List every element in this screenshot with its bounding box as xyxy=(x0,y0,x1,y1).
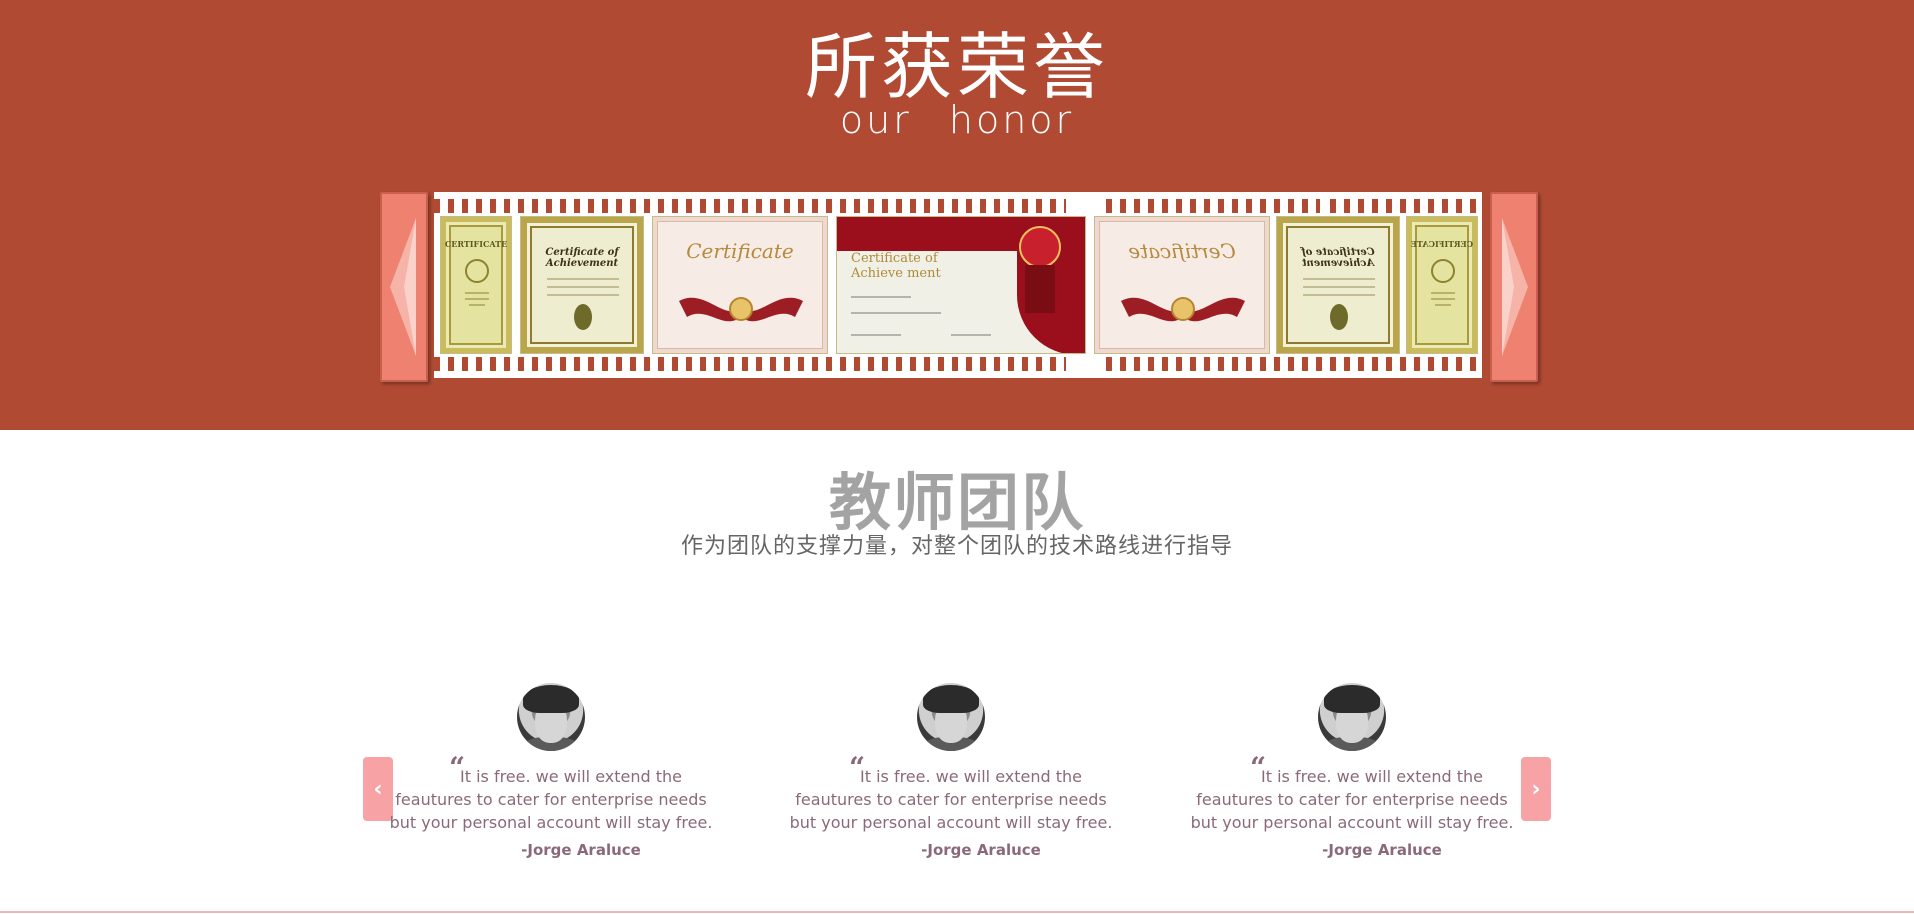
testimonial-author: -Jorge Araluce xyxy=(1322,841,1442,859)
certificate-seal-icon xyxy=(547,278,619,330)
avatar xyxy=(1318,683,1386,751)
quote-line: but your personal account will stay free… xyxy=(789,813,1113,832)
honor-next-button[interactable] xyxy=(1490,192,1538,382)
team-subtitle: 作为团队的支撑力量，对整个团队的技术路线进行指导 xyxy=(680,534,1233,559)
certificate-image[interactable]: Certificate of Achieve ment xyxy=(836,216,1086,354)
quote-line: feautures to cater for enterprise needs xyxy=(395,790,707,809)
certificate-label: Certificate of Achievement xyxy=(1301,247,1375,269)
perforation-gap xyxy=(1066,199,1098,213)
certificate-image[interactable]: CERTIFICATE xyxy=(1406,216,1478,354)
quote-line: but your personal account will stay free… xyxy=(1190,813,1514,832)
avatar xyxy=(517,683,585,751)
quote-line: but your personal account will stay free… xyxy=(389,813,713,832)
certificate-filmstrip: CERTIFICATE Certificate of Achievement C… xyxy=(434,192,1482,378)
certificate-seal-icon xyxy=(465,259,489,306)
quote-line: It is free. we will extend the xyxy=(1261,767,1483,786)
quote-line: It is free. we will extend the xyxy=(860,767,1082,786)
avatar xyxy=(917,683,985,751)
honor-subtitle: our honor xyxy=(839,98,1075,142)
ribbon-icon xyxy=(679,297,803,322)
certificate-label: Certificate xyxy=(686,239,794,263)
section-divider xyxy=(0,911,1914,913)
triangle-right-icon xyxy=(1502,218,1528,356)
ribbon-icon xyxy=(1121,297,1245,322)
certificate-label: Certificate of Achievement xyxy=(545,247,619,269)
honor-prev-button[interactable] xyxy=(380,192,428,382)
certificate-image[interactable]: Certificate of Achievement xyxy=(1276,216,1400,354)
quote-line: feautures to cater for enterprise needs xyxy=(795,790,1107,809)
testimonial-quote: It is free. we will extend the feautures… xyxy=(781,765,1121,834)
certificate-label: Certificate of Achieve ment xyxy=(851,251,941,281)
chevron-right-icon: › xyxy=(1531,776,1541,802)
perforation-gap xyxy=(1320,199,1330,213)
testimonial-author: -Jorge Araluce xyxy=(921,841,1041,859)
quote-line: It is free. we will extend the xyxy=(460,767,682,786)
testimonial-card: “ It is free. we will extend the feautur… xyxy=(1182,683,1522,863)
testimonial-quote: It is free. we will extend the feautures… xyxy=(1182,765,1522,834)
certificate-label: CERTIFICATE xyxy=(444,239,508,249)
certificate-image[interactable]: Certificate of Achievement xyxy=(520,216,644,354)
certificate-text-lines xyxy=(851,296,991,336)
certificate-seal-icon xyxy=(1431,259,1455,306)
perforation-gap xyxy=(1066,357,1098,371)
certificate-image[interactable]: CERTIFICATE xyxy=(440,216,512,354)
testimonial-card: “ It is free. we will extend the feautur… xyxy=(781,683,1121,863)
testimonial-author: -Jorge Araluce xyxy=(521,841,641,859)
seal-icon xyxy=(1019,226,1061,313)
certificate-seal-icon xyxy=(1303,278,1375,330)
quote-line: feautures to cater for enterprise needs xyxy=(1196,790,1508,809)
honor-section: 所获荣誉 our honor CERTIFICATE Certificate o… xyxy=(0,0,1914,430)
testimonial-quote: It is free. we will extend the feautures… xyxy=(381,765,721,834)
certificate-label: Certificate xyxy=(1128,239,1236,263)
certificate-image[interactable]: Certificate xyxy=(652,216,828,354)
triangle-left-icon xyxy=(390,218,416,356)
testimonial-card: “ It is free. we will extend the feautur… xyxy=(381,683,721,863)
certificate-label: CERTIFICATE xyxy=(1410,239,1474,249)
testimonial-next-button[interactable]: › xyxy=(1521,757,1551,821)
certificate-image[interactable]: Certificate xyxy=(1094,216,1270,354)
film-perforation-bottom xyxy=(434,357,1482,371)
